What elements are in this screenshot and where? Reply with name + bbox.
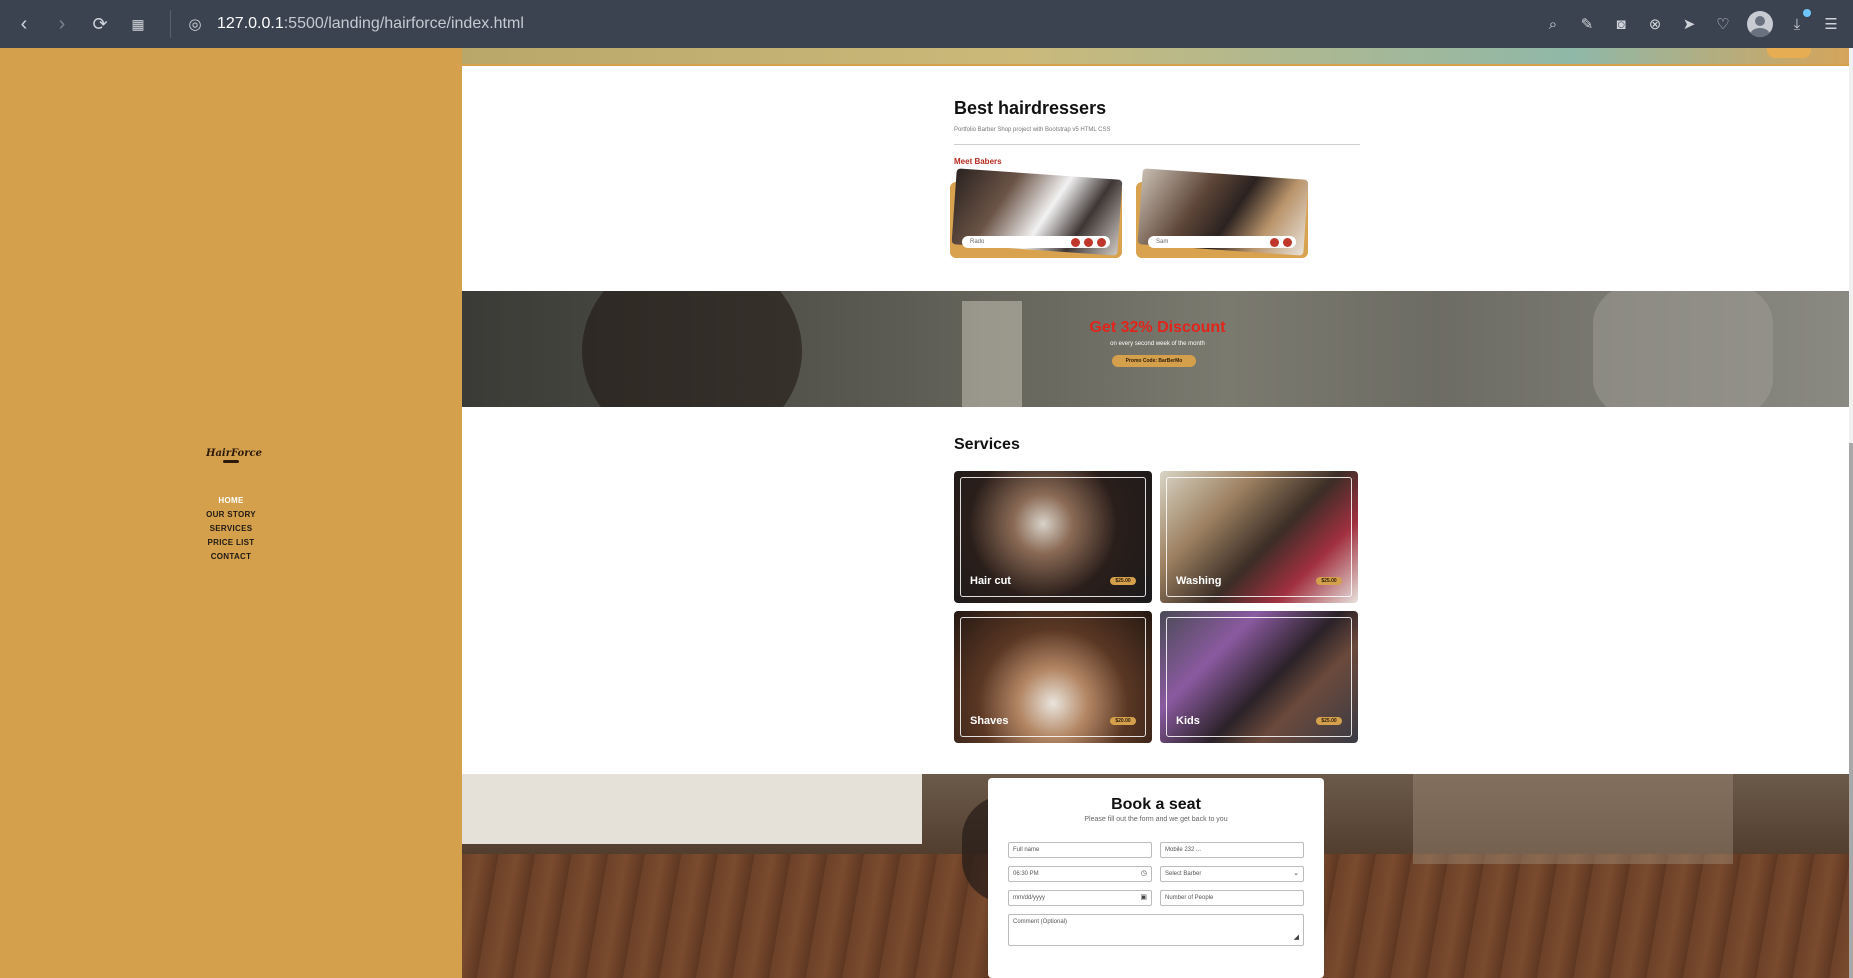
barber-name-bar: Sam	[1148, 236, 1296, 248]
mobile-input[interactable]: Mobile 232 ...	[1160, 842, 1304, 858]
service-label: Kids	[1176, 715, 1200, 727]
forward-icon[interactable]: ›	[48, 10, 76, 38]
service-card-haircut[interactable]: Hair cut $25.00	[954, 471, 1152, 603]
globe-icon: ◎	[188, 16, 202, 33]
profile-avatar[interactable]	[1747, 11, 1773, 37]
page: HairForce HOME OUR STORY SERVICES PRICE …	[0, 48, 1853, 978]
discount-banner: Get 32% Discount on every second week of…	[462, 291, 1853, 407]
service-label: Washing	[1176, 575, 1222, 587]
hero-accent-button[interactable]	[1767, 48, 1811, 58]
hairdressers-section: Best hairdressers Portfolio Barber Shop …	[954, 98, 1360, 166]
mustache-icon	[223, 460, 239, 463]
social-icon[interactable]	[1270, 237, 1279, 247]
price-badge: $25.00	[1110, 577, 1136, 585]
address-bar[interactable]: 127.0.0.1:5500/landing/hairforce/index.h…	[217, 15, 524, 33]
barber-name: Sam	[1156, 239, 1169, 245]
full-name-input[interactable]: Full name	[1008, 842, 1152, 858]
comment-placeholder: Comment (Optional)	[1013, 919, 1068, 925]
background-photo	[462, 774, 922, 844]
social-icon[interactable]	[1097, 237, 1106, 247]
barber-select[interactable]: Select Barber ⌄	[1160, 866, 1304, 882]
clock-icon: ◷	[1140, 870, 1147, 877]
calendar-icon: ▣	[1140, 894, 1147, 901]
banner-photo	[962, 301, 1022, 407]
hairdressers-title: Best hairdressers	[954, 98, 1107, 118]
send-icon[interactable]: ➤	[1679, 14, 1699, 34]
service-card-shaves[interactable]: Shaves $20.00	[954, 611, 1152, 743]
barber-name-bar: Rado	[962, 236, 1110, 248]
menu-icon[interactable]: ☰	[1821, 14, 1841, 34]
service-card-kids[interactable]: Kids $25.00	[1160, 611, 1358, 743]
meet-barbers-label: Meet Babers	[954, 157, 1002, 166]
service-label: Shaves	[970, 715, 1009, 727]
banner-photo	[582, 291, 802, 407]
booking-subtitle: Please fill out the form and we get back…	[1084, 816, 1228, 823]
service-label: Hair cut	[970, 575, 1011, 587]
url-host: 127.0.0.1	[217, 15, 284, 32]
search-page-icon[interactable]: ⌕	[1543, 14, 1563, 34]
comment-textarea[interactable]: Comment (Optional) ◢	[1008, 914, 1304, 946]
service-card-washing[interactable]: Washing $25.00	[1160, 471, 1358, 603]
banner-photo	[1593, 291, 1773, 407]
social-icon[interactable]	[1283, 237, 1292, 247]
resize-handle-icon[interactable]: ◢	[1294, 931, 1299, 945]
chevron-down-icon: ⌄	[1293, 870, 1299, 877]
price-badge: $25.00	[1316, 717, 1342, 725]
close-circle-icon[interactable]: ⊗	[1645, 14, 1665, 34]
background-photo	[1413, 774, 1733, 864]
back-icon[interactable]: ‹	[10, 10, 38, 38]
browser-toolbar: ‹ › ⟳ ▦ ◎ 127.0.0.1:5500/landing/hairfor…	[0, 0, 1853, 48]
discount-headline: Get 32% Discount	[1089, 319, 1226, 336]
scrollbar-thumb[interactable]	[1849, 443, 1853, 978]
booking-form: Book a seat Please fill out the form and…	[988, 778, 1324, 978]
nav-price-list[interactable]: PRICE LIST	[190, 536, 272, 550]
discount-subline: on every second week of the month	[1110, 341, 1205, 347]
brand-logo[interactable]: HairForce	[206, 448, 262, 463]
hero-image-strip	[462, 48, 1853, 66]
barber-select-value: Select Barber	[1165, 871, 1202, 877]
logo-text: HairForce	[206, 448, 262, 459]
time-value: 06:30 PM	[1013, 871, 1039, 877]
nav-our-story[interactable]: OUR STORY	[190, 508, 272, 522]
barber-card[interactable]: Sam	[1136, 168, 1309, 258]
hairdressers-subtitle: Portfolio Barber Shop project with Boots…	[954, 127, 1111, 133]
promo-code-badge[interactable]: Promo Code: BarBerMo	[1112, 355, 1196, 367]
price-badge: $20.00	[1110, 717, 1136, 725]
nav-services[interactable]: SERVICES	[190, 522, 272, 536]
download-badge	[1803, 9, 1811, 17]
nav-home[interactable]: HOME	[190, 494, 272, 508]
date-placeholder: mm/dd/yyyy	[1013, 895, 1046, 901]
sidebar: HairForce HOME OUR STORY SERVICES PRICE …	[0, 48, 462, 978]
booking-title: Book a seat	[1111, 796, 1201, 813]
social-icon[interactable]	[1071, 237, 1080, 247]
tabs-grid-icon[interactable]: ▦	[124, 10, 152, 38]
heart-icon[interactable]: ♡	[1713, 14, 1733, 34]
date-input[interactable]: mm/dd/yyyy ▣	[1008, 890, 1152, 906]
divider	[954, 144, 1360, 145]
barber-name: Rado	[970, 239, 985, 245]
people-input[interactable]: Number of People	[1160, 890, 1304, 906]
nav-contact[interactable]: CONTACT	[190, 550, 272, 564]
toolbar-divider	[170, 10, 171, 38]
download-icon[interactable]: ⤓	[1787, 9, 1811, 34]
main-content: Best hairdressers Portfolio Barber Shop …	[462, 48, 1853, 978]
price-badge: $25.00	[1316, 577, 1342, 585]
reload-icon[interactable]: ⟳	[86, 10, 114, 38]
social-icon[interactable]	[1084, 237, 1093, 247]
sidebar-nav: HOME OUR STORY SERVICES PRICE LIST CONTA…	[190, 494, 272, 564]
services-title: Services	[954, 436, 1020, 453]
camera-icon[interactable]: ◙	[1611, 14, 1631, 34]
barber-card[interactable]: Rado	[950, 168, 1123, 258]
url-path: :5500/landing/hairforce/index.html	[283, 15, 524, 32]
page-scrollbar[interactable]	[1849, 48, 1853, 978]
time-input[interactable]: 06:30 PM ◷	[1008, 866, 1152, 882]
edit-icon[interactable]: ✎	[1577, 14, 1597, 34]
